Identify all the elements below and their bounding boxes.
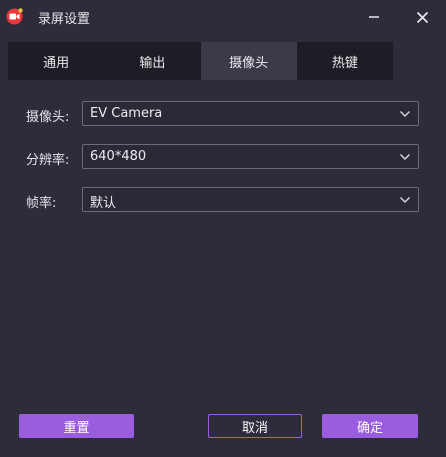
minimize-button[interactable] bbox=[356, 0, 392, 34]
reset-button[interactable]: 重置 bbox=[19, 414, 134, 438]
screen-recorder-app-icon bbox=[6, 8, 23, 25]
ok-button[interactable]: 确定 bbox=[322, 414, 418, 438]
camera-select-value: EV Camera bbox=[90, 106, 163, 121]
settings-tabs: 通用 输出 摄像头 热键 bbox=[8, 42, 393, 80]
close-icon bbox=[416, 11, 428, 23]
chevron-down-icon bbox=[400, 154, 410, 160]
resolution-select[interactable]: 640*480 bbox=[82, 144, 419, 169]
framerate-select[interactable]: 默认 bbox=[82, 187, 419, 212]
settings-window: 录屏设置 通用 输出 摄像头 热键 摄像头: EV Camera 分辨率: 64… bbox=[0, 0, 446, 457]
tab-hotkeys[interactable]: 热键 bbox=[297, 42, 393, 80]
tab-output[interactable]: 输出 bbox=[104, 42, 200, 80]
tab-general[interactable]: 通用 bbox=[8, 42, 104, 80]
camera-label: 摄像头: bbox=[26, 110, 70, 125]
framerate-label: 帧率: bbox=[26, 196, 57, 211]
chevron-down-icon bbox=[400, 197, 410, 203]
window-title: 录屏设置 bbox=[38, 12, 91, 27]
close-button[interactable] bbox=[404, 0, 440, 34]
minimize-icon bbox=[369, 16, 379, 18]
camera-select[interactable]: EV Camera bbox=[82, 101, 419, 126]
chevron-down-icon bbox=[400, 111, 410, 117]
cancel-button[interactable]: 取消 bbox=[208, 414, 302, 438]
resolution-label: 分辨率: bbox=[26, 153, 70, 168]
tab-camera[interactable]: 摄像头 bbox=[200, 42, 297, 80]
resolution-select-value: 640*480 bbox=[90, 149, 147, 164]
title-bar: 录屏设置 bbox=[0, 0, 446, 34]
framerate-select-value: 默认 bbox=[90, 196, 117, 211]
